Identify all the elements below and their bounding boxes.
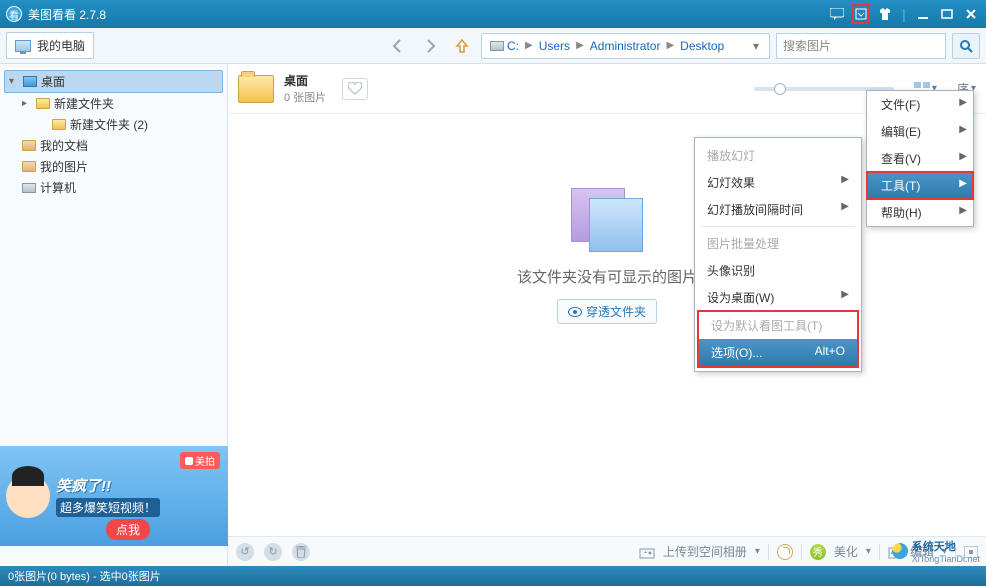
empty-text: 该文件夹没有可显示的图片: [517, 266, 697, 287]
path-bar[interactable]: C: ▶ Users ▶ Administrator ▶ Desktop ▾: [481, 33, 770, 59]
rotate-left-button[interactable]: ↺: [236, 543, 254, 561]
delete-button[interactable]: [292, 543, 310, 561]
folder-count: 0 张图片: [284, 89, 326, 105]
menu-separator: [701, 226, 855, 227]
sidebar-item-label: 桌面: [41, 73, 65, 90]
sidebar-item-label: 新建文件夹: [54, 95, 114, 112]
search-button[interactable]: [952, 33, 980, 59]
folder-icon: [36, 98, 50, 109]
sidebar-item-label: 我的图片: [40, 158, 88, 175]
path-dropdown[interactable]: ▾: [747, 39, 765, 53]
close-button[interactable]: [962, 6, 980, 22]
monitor-icon: [15, 40, 31, 52]
minimize-button[interactable]: [914, 6, 932, 22]
maximize-button[interactable]: [938, 6, 956, 22]
toolbar: 我的电脑 C: ▶ Users ▶ Administrator ▶ Deskto…: [0, 28, 986, 64]
sidebar-item-documents[interactable]: 我的文档: [4, 135, 223, 156]
menu-file[interactable]: 文件(F)▶: [867, 91, 973, 118]
folder-name: 桌面: [284, 72, 326, 89]
content-area: 桌面 0 张图片 ▾ 序▾ 该文件夹没有可显示的图片: [228, 64, 986, 566]
ad-tag: 美拍: [180, 452, 220, 469]
sidebar-item-label: 我的文档: [40, 137, 88, 154]
expander-icon[interactable]: ▾: [9, 76, 19, 87]
submenu-slideshow[interactable]: 播放幻灯: [695, 142, 861, 169]
doc-icon: [22, 140, 36, 151]
submenu-slide-interval[interactable]: 幻灯播放间隔时间▶: [695, 196, 861, 223]
menu-edit[interactable]: 编辑(E)▶: [867, 118, 973, 145]
title-bar: 看 美图看看 2.7.8 |: [0, 0, 986, 28]
see-through-button[interactable]: 穿透文件夹: [557, 299, 657, 324]
app-title: 美图看看 2.7.8: [28, 6, 106, 23]
ad-line2: 超多爆笑短视频！: [56, 498, 160, 517]
my-computer-label: 我的电脑: [37, 37, 85, 54]
ad-banner[interactable]: 笑疯了!! 超多爆笑短视频！ 点我 美拍: [0, 446, 228, 546]
skin-icon[interactable]: [876, 6, 894, 22]
path-seg[interactable]: Desktop: [676, 39, 728, 53]
submenu-wallpaper[interactable]: 设为桌面(W)▶: [695, 284, 861, 311]
sidebar-item-label: 新建文件夹 (2): [70, 116, 148, 133]
weibo-icon[interactable]: [777, 544, 793, 560]
submenu-slide-effect[interactable]: 幻灯效果▶: [695, 169, 861, 196]
folder-icon: [238, 75, 274, 103]
submenu-face[interactable]: 头像识别: [695, 257, 861, 284]
submenu-options[interactable]: 选项(O)...Alt+O: [699, 339, 857, 366]
upload-icon: [639, 545, 655, 559]
search-input[interactable]: 搜索图片: [776, 33, 946, 59]
chevron-right-icon: ▶: [576, 40, 584, 51]
path-drive-icon: C:: [486, 39, 523, 53]
menu-help[interactable]: 帮助(H)▶: [867, 199, 973, 226]
chevron-right-icon: ▶: [666, 40, 674, 51]
main-menu: 文件(F)▶ 编辑(E)▶ 查看(V)▶ 工具(T)▶ 帮助(H)▶: [866, 90, 974, 227]
up-button[interactable]: [449, 33, 475, 59]
globe-icon: [892, 543, 908, 559]
tools-submenu: 播放幻灯 幻灯效果▶ 幻灯播放间隔时间▶ 图片批量处理 头像识别 设为桌面(W)…: [694, 137, 862, 372]
chevron-right-icon: ▶: [525, 40, 533, 51]
ad-line1: 笑疯了!!: [56, 475, 160, 496]
chat-icon[interactable]: [828, 6, 846, 22]
xiu-icon: 秀: [810, 544, 826, 560]
folder-icon: [52, 119, 66, 130]
main-menu-button[interactable]: [852, 4, 870, 24]
path-seg[interactable]: Administrator: [586, 39, 665, 53]
sidebar-item-pictures[interactable]: 我的图片: [4, 156, 223, 177]
sidebar-item-label: 计算机: [40, 179, 76, 196]
beautify-label[interactable]: 美化: [834, 543, 858, 560]
doc-icon: [22, 161, 36, 172]
empty-icon: [567, 184, 647, 254]
status-text: 0张图片(0 bytes) - 选中0张图片: [8, 568, 161, 584]
my-computer-button[interactable]: 我的电脑: [6, 32, 94, 59]
bottom-toolbar: ↺ ↻ 上传到空间相册 ▾ 秀 美化 ▾ 编辑 ▾: [228, 536, 986, 566]
submenu-default-viewer[interactable]: 设为默认看图工具(T): [699, 312, 857, 339]
sidebar-item-folder[interactable]: 新建文件夹 (2): [4, 114, 223, 135]
menu-view[interactable]: 查看(V)▶: [867, 145, 973, 172]
sidebar: ▾ 桌面 ▸ 新建文件夹 新建文件夹 (2) 我的文档 我的图片 计算机: [0, 64, 228, 566]
forward-button[interactable]: [417, 33, 443, 59]
sidebar-item-desktop[interactable]: ▾ 桌面: [4, 70, 223, 93]
path-seg[interactable]: Users: [535, 39, 574, 53]
watermark: 系统天地 XiTongTianDi.net: [892, 538, 980, 564]
status-bar: 0张图片(0 bytes) - 选中0张图片: [0, 566, 986, 586]
expander-icon[interactable]: ▸: [22, 98, 32, 109]
window-buttons: |: [828, 4, 980, 24]
computer-icon: [22, 183, 36, 193]
menu-tools[interactable]: 工具(T)▶: [867, 172, 973, 199]
desktop-icon: [23, 76, 37, 87]
app-icon: 看: [6, 6, 22, 22]
rotate-right-button[interactable]: ↻: [264, 543, 282, 561]
slider-thumb[interactable]: [774, 83, 786, 95]
favorite-button[interactable]: [342, 78, 368, 100]
back-button[interactable]: [385, 33, 411, 59]
submenu-batch[interactable]: 图片批量处理: [695, 230, 861, 257]
ad-button[interactable]: 点我: [106, 519, 150, 540]
sidebar-item-computer[interactable]: 计算机: [4, 177, 223, 198]
ad-face-icon: [6, 474, 50, 518]
upload-label[interactable]: 上传到空间相册: [663, 543, 747, 560]
separator: |: [900, 6, 908, 22]
sidebar-item-folder[interactable]: ▸ 新建文件夹: [4, 93, 223, 114]
search-placeholder: 搜索图片: [783, 37, 831, 54]
